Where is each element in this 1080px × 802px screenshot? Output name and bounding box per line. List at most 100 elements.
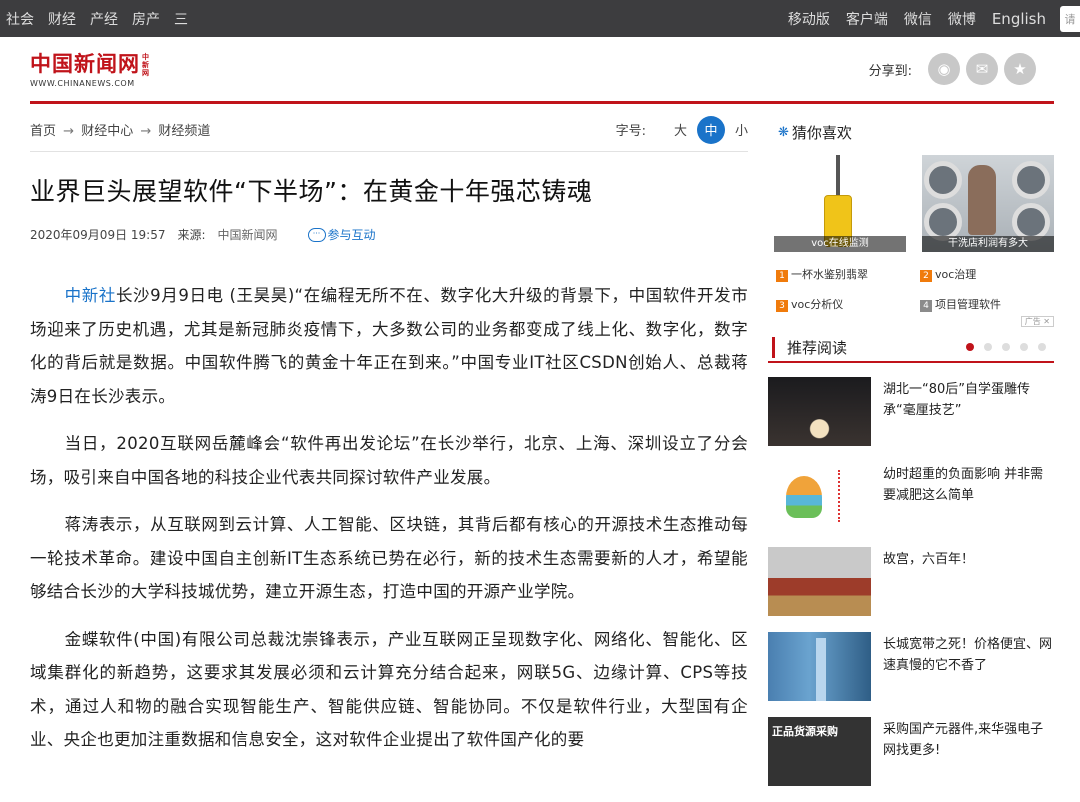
recommend-list: 湖北一“80后”自学蛋雕传承“毫厘技艺” 幼时超重的负面影响 并非需要减肥这么简… bbox=[768, 377, 1054, 802]
list-item[interactable]: 故宫，六百年！ bbox=[768, 547, 1054, 632]
logo-name: 中国新闻网 bbox=[30, 51, 140, 76]
list-item-title[interactable]: 采购国产元器件,来华强电子网找更多! bbox=[883, 719, 1054, 802]
weibo-icon[interactable]: ◉ bbox=[928, 53, 960, 85]
ad-image-voc[interactable]: voc在线监测 bbox=[774, 155, 906, 252]
ad-link[interactable]: 4 项目管理软件 bbox=[920, 296, 1060, 312]
carousel-dot[interactable] bbox=[984, 343, 992, 351]
nav-item-realestate[interactable]: 房产 bbox=[132, 9, 160, 29]
ad-link[interactable]: 2 voc治理 bbox=[920, 266, 1060, 282]
carousel-dot[interactable] bbox=[1002, 343, 1010, 351]
logo-small: 中新网 bbox=[142, 52, 149, 77]
paragraph: 蒋涛表示，从互联网到云计算、人工智能、区块链，其背后都有核心的开源技术生态推动每… bbox=[30, 515, 748, 601]
interact-label: 参与互动 bbox=[327, 228, 376, 242]
paragraph: 中新社长沙9月9日电 (王昊昊)“在编程无所不在、数字化大升级的背景下，中国软件… bbox=[30, 279, 748, 413]
nav-mobile[interactable]: 移动版 bbox=[788, 9, 830, 29]
rank-badge: 1 bbox=[776, 270, 788, 282]
article-body: 中新社长沙9月9日电 (王昊昊)“在编程无所不在、数字化大升级的背景下，中国软件… bbox=[30, 279, 748, 757]
ad-links: 1 一杯水鉴别翡翠 2 voc治理 3 voc分析仪 4 项目管理软件 bbox=[768, 266, 1054, 312]
logo-url: WWW.CHINANEWS.COM bbox=[30, 79, 135, 88]
ad-image-caption: voc在线监测 bbox=[774, 236, 906, 252]
font-size-large[interactable]: 大 bbox=[674, 120, 687, 139]
list-item[interactable]: 正品货源采购 采购国产元器件,来华强电子网找更多! bbox=[768, 717, 1054, 802]
nav-client[interactable]: 客户端 bbox=[846, 9, 888, 29]
share-bar: 分享到: ◉ ✉ ★ bbox=[869, 53, 1036, 85]
ad-link-text: voc分析仪 bbox=[791, 298, 844, 311]
list-item[interactable]: 幼时超重的负面影响 并非需要减肥这么简单 bbox=[768, 462, 1054, 547]
sidebar: ❋ 猜你喜欢 voc在线监测 干洗店利润有多大 1 一杯水鉴别翡翠 2 voc治理 … bbox=[768, 108, 1054, 802]
ad-link[interactable]: 1 一杯水鉴别翡翠 bbox=[776, 266, 920, 282]
recommend-title: 推荐阅读 bbox=[772, 336, 847, 358]
carousel-dots bbox=[956, 343, 1046, 351]
top-nav-right: 移动版 客户端 微信 微博 English 请 bbox=[772, 0, 1080, 37]
article-column: 首页 → 财经中心 → 财经频道 字号: 大 中 小 业界巨头展望软件“下半场”… bbox=[30, 108, 748, 771]
article-title: 业界巨头展望软件“下半场”：在黄金十年强芯铸魂 bbox=[30, 177, 593, 206]
nav-item-society[interactable]: 社会 bbox=[6, 9, 34, 29]
guess-images: voc在线监测 干洗店利润有多大 bbox=[768, 155, 1054, 252]
thumbnail[interactable] bbox=[768, 632, 871, 701]
guess-title: 猜你喜欢 bbox=[791, 124, 852, 142]
source-label: 来源: bbox=[177, 228, 206, 242]
breadcrumb-finance-channel[interactable]: 财经频道 bbox=[158, 124, 210, 139]
nav-wechat[interactable]: 微信 bbox=[904, 9, 932, 29]
site-header: 中国新闻网 中新网 WWW.CHINANEWS.COM 分享到: ◉ ✉ ★ bbox=[30, 37, 1054, 104]
thumbnail[interactable] bbox=[768, 547, 871, 616]
list-item-title[interactable]: 幼时超重的负面影响 并非需要减肥这么简单 bbox=[883, 464, 1054, 547]
breadcrumb-sep: → bbox=[140, 124, 152, 139]
rank-badge: 3 bbox=[776, 300, 788, 312]
breadcrumb-bar: 首页 → 财经中心 → 财经频道 字号: 大 中 小 bbox=[30, 108, 748, 152]
menu-more-icon[interactable]: 三 bbox=[174, 9, 188, 29]
interact-link[interactable]: ··· 参与互动 bbox=[307, 226, 376, 243]
carousel-dot[interactable] bbox=[1038, 343, 1046, 351]
top-nav-bar: 社会 财经 产经 房产 三 移动版 客户端 微信 微博 English 请 bbox=[0, 0, 1080, 37]
rank-badge: 2 bbox=[920, 270, 932, 282]
nav-item-finance[interactable]: 财经 bbox=[48, 9, 76, 29]
guess-header: ❋ 猜你喜欢 bbox=[778, 122, 1054, 143]
paragraph: 当日，2020互联网岳麓峰会“软件再出发论坛”在长沙举行，北京、上海、深圳设立了… bbox=[30, 434, 748, 487]
share-label: 分享到: bbox=[868, 63, 912, 79]
ad-image-caption: 干洗店利润有多大 bbox=[922, 236, 1054, 252]
list-item[interactable]: 长城宽带之死！价格便宜、网速真慢的它不香了 bbox=[768, 632, 1054, 717]
star-icon[interactable]: ★ bbox=[1004, 53, 1036, 85]
ad-link-text: 项目管理软件 bbox=[935, 298, 1001, 311]
ad-tag[interactable]: 广告 ✕ bbox=[768, 316, 1054, 327]
recommend-header: 推荐阅读 bbox=[768, 333, 1054, 363]
nav-item-industry[interactable]: 产经 bbox=[90, 9, 118, 29]
source-name[interactable]: 中国新闻网 bbox=[218, 226, 278, 243]
comment-icon: ··· bbox=[307, 227, 326, 242]
font-size-medium[interactable]: 中 bbox=[696, 115, 725, 144]
font-size-switcher: 字号: 大 中 小 bbox=[615, 115, 748, 144]
thumbnail[interactable]: 正品货源采购 bbox=[768, 717, 871, 786]
list-item-title[interactable]: 湖北一“80后”自学蛋雕传承“毫厘技艺” bbox=[883, 379, 1054, 462]
thumbnail[interactable] bbox=[768, 462, 871, 531]
paw-icon: ❋ bbox=[778, 125, 789, 140]
list-item-title[interactable]: 故宫，六百年！ bbox=[883, 549, 974, 632]
ad-tag-label: 广告 ✕ bbox=[1020, 316, 1054, 327]
paragraph: 金蝶软件(中国)有限公司总裁沈崇锋表示，产业互联网正呈现数字化、网络化、智能化、… bbox=[30, 629, 748, 750]
ad-image-laundry[interactable]: 干洗店利润有多大 bbox=[922, 155, 1054, 252]
wechat-icon[interactable]: ✉ bbox=[966, 53, 998, 85]
font-size-small[interactable]: 小 bbox=[735, 120, 748, 139]
search-input[interactable]: 请 bbox=[1060, 5, 1080, 32]
breadcrumb-finance-center[interactable]: 财经中心 bbox=[81, 124, 133, 139]
carousel-dot[interactable] bbox=[966, 343, 974, 351]
font-size-label: 字号: bbox=[615, 124, 646, 139]
ad-link-text: voc治理 bbox=[935, 268, 977, 281]
breadcrumb-home[interactable]: 首页 bbox=[30, 124, 56, 139]
paragraph-text: 长沙9月9日电 (王昊昊)“在编程无所不在、数字化大升级的背景下，中国软件开发市… bbox=[30, 286, 748, 406]
carousel-dot[interactable] bbox=[1020, 343, 1028, 351]
ad-link-text: 一杯水鉴别翡翠 bbox=[791, 268, 868, 281]
breadcrumb: 首页 → 财经中心 → 财经频道 bbox=[30, 120, 210, 139]
article-datetime: 2020年09月09日 19:57 bbox=[30, 228, 166, 242]
agency-link[interactable]: 中新社 bbox=[65, 286, 116, 305]
breadcrumb-sep: → bbox=[63, 124, 75, 139]
nav-weibo[interactable]: 微博 bbox=[948, 9, 976, 29]
thumbnail[interactable] bbox=[768, 377, 871, 446]
nav-english[interactable]: English bbox=[992, 10, 1046, 28]
ad-link[interactable]: 3 voc分析仪 bbox=[776, 296, 920, 312]
rank-badge: 4 bbox=[920, 300, 932, 312]
list-item-title[interactable]: 长城宽带之死！价格便宜、网速真慢的它不香了 bbox=[883, 634, 1054, 717]
top-nav-left: 社会 财经 产经 房产 三 bbox=[0, 9, 202, 29]
article-meta: 2020年09月09日 19:57 来源: 中国新闻网 ··· 参与互动 bbox=[30, 226, 748, 243]
site-logo[interactable]: 中国新闻网 中新网 WWW.CHINANEWS.COM bbox=[30, 51, 150, 89]
list-item[interactable]: 湖北一“80后”自学蛋雕传承“毫厘技艺” bbox=[768, 377, 1054, 462]
